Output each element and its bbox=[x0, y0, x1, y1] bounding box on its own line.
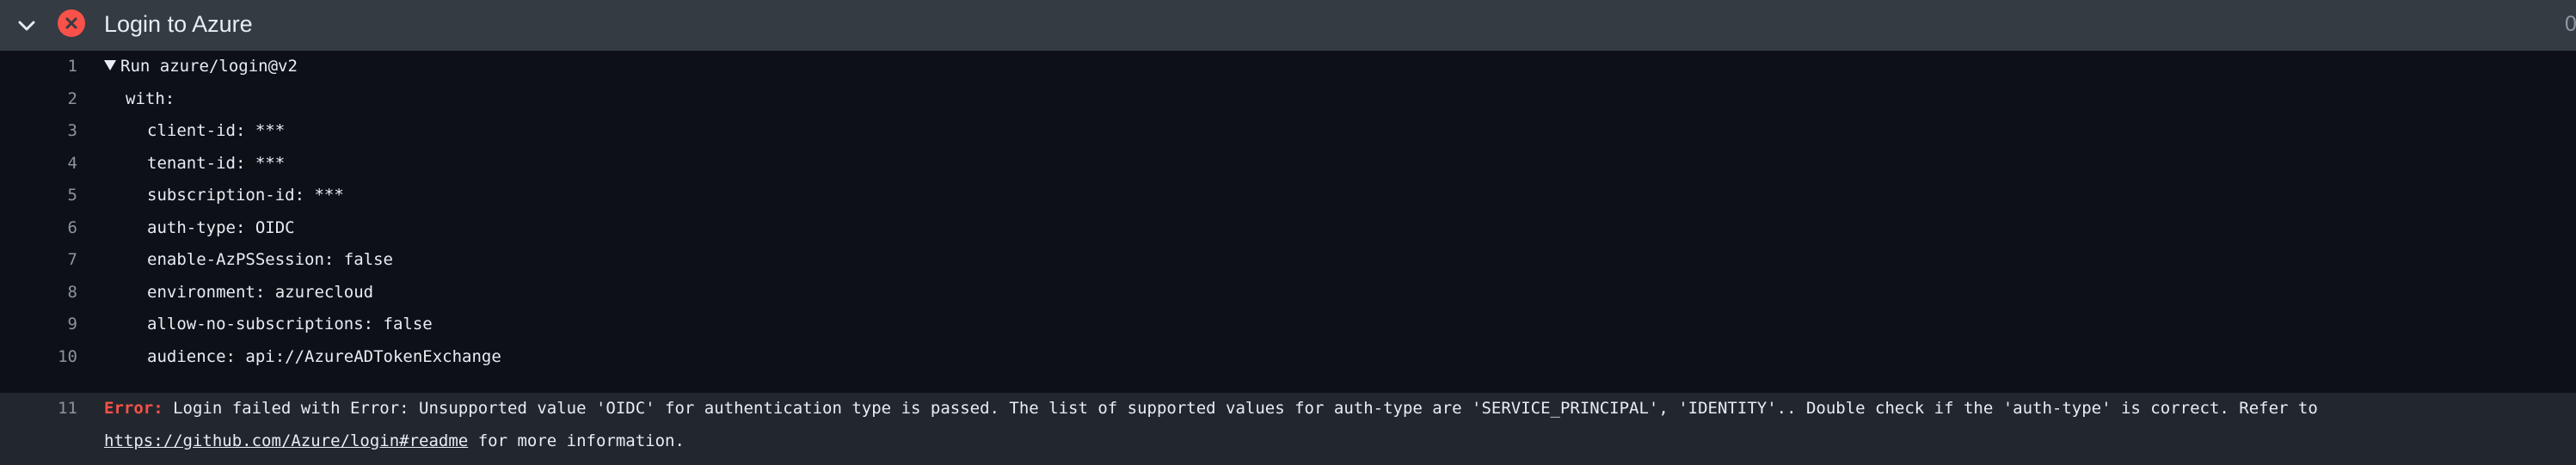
log-line: 9 allow-no-subscriptions: false bbox=[0, 309, 2576, 341]
error-label: Error: bbox=[104, 399, 163, 418]
log-text: enable-AzPSSession: false bbox=[147, 250, 393, 269]
log-text: allow-no-subscriptions: false bbox=[147, 315, 433, 333]
log-text: subscription-id: *** bbox=[147, 186, 344, 205]
step-duration: 0 bbox=[2565, 12, 2576, 36]
line-number[interactable]: 9 bbox=[0, 309, 77, 341]
log-text: with: bbox=[126, 89, 175, 108]
line-number[interactable]: 4 bbox=[0, 148, 77, 180]
log-text: client-id: *** bbox=[147, 121, 286, 140]
error-line-continued: https://github.com/Azure/login#readme fo… bbox=[0, 425, 2576, 458]
error-text-continued: https://github.com/Azure/login#readme fo… bbox=[104, 425, 685, 458]
line-number[interactable]: 3 bbox=[0, 115, 77, 148]
error-message: Login failed with Error: Unsupported val… bbox=[163, 399, 2318, 418]
log-line: 4 tenant-id: *** bbox=[0, 148, 2576, 180]
log-line: 2 with: bbox=[0, 83, 2576, 116]
line-number[interactable]: 11 bbox=[0, 393, 77, 425]
log-line: 1 Run azure/login@v2 bbox=[0, 51, 2576, 83]
log-output: 1 Run azure/login@v2 2 with: 3 client-id… bbox=[0, 51, 2576, 465]
log-line: 8 environment: azurecloud bbox=[0, 277, 2576, 309]
chevron-down-icon[interactable] bbox=[15, 15, 38, 37]
log-text: tenant-id: *** bbox=[147, 153, 286, 173]
log-line: 6 auth-type: OIDC bbox=[0, 212, 2576, 245]
log-text: Run azure/login@v2 bbox=[120, 57, 298, 76]
log-line: 5 subscription-id: *** bbox=[0, 180, 2576, 212]
line-number[interactable]: 5 bbox=[0, 180, 77, 212]
line-number[interactable]: 1 bbox=[0, 51, 77, 83]
error-log-line: 11 Error: Login failed with Error: Unsup… bbox=[0, 393, 2576, 465]
log-text: audience: api://AzureADTokenExchange bbox=[147, 346, 501, 366]
line-number[interactable]: 2 bbox=[0, 83, 77, 116]
log-group-toggle[interactable]: Run azure/login@v2 bbox=[104, 51, 298, 83]
error-x-icon bbox=[58, 9, 85, 37]
line-number[interactable]: 10 bbox=[0, 341, 77, 374]
step-title: Login to Azure bbox=[104, 11, 253, 37]
triangle-down-icon bbox=[104, 60, 116, 70]
log-text: auth-type: OIDC bbox=[147, 217, 295, 237]
line-number[interactable]: 8 bbox=[0, 277, 77, 309]
log-line: 3 client-id: *** bbox=[0, 115, 2576, 148]
error-line-first: 11 Error: Login failed with Error: Unsup… bbox=[0, 393, 2576, 425]
line-number[interactable]: 6 bbox=[0, 212, 77, 245]
log-line: 7 enable-AzPSSession: false bbox=[0, 244, 2576, 277]
line-number[interactable]: 7 bbox=[0, 244, 77, 277]
readme-link[interactable]: https://github.com/Azure/login#readme bbox=[104, 431, 468, 450]
error-suffix: for more information. bbox=[468, 431, 685, 450]
step-header[interactable]: Login to Azure 0 bbox=[0, 0, 2576, 51]
log-text: environment: azurecloud bbox=[147, 282, 374, 302]
log-line: 10 audience: api://AzureADTokenExchange bbox=[0, 341, 2576, 374]
error-text: Error: Login failed with Error: Unsuppor… bbox=[104, 393, 2318, 425]
